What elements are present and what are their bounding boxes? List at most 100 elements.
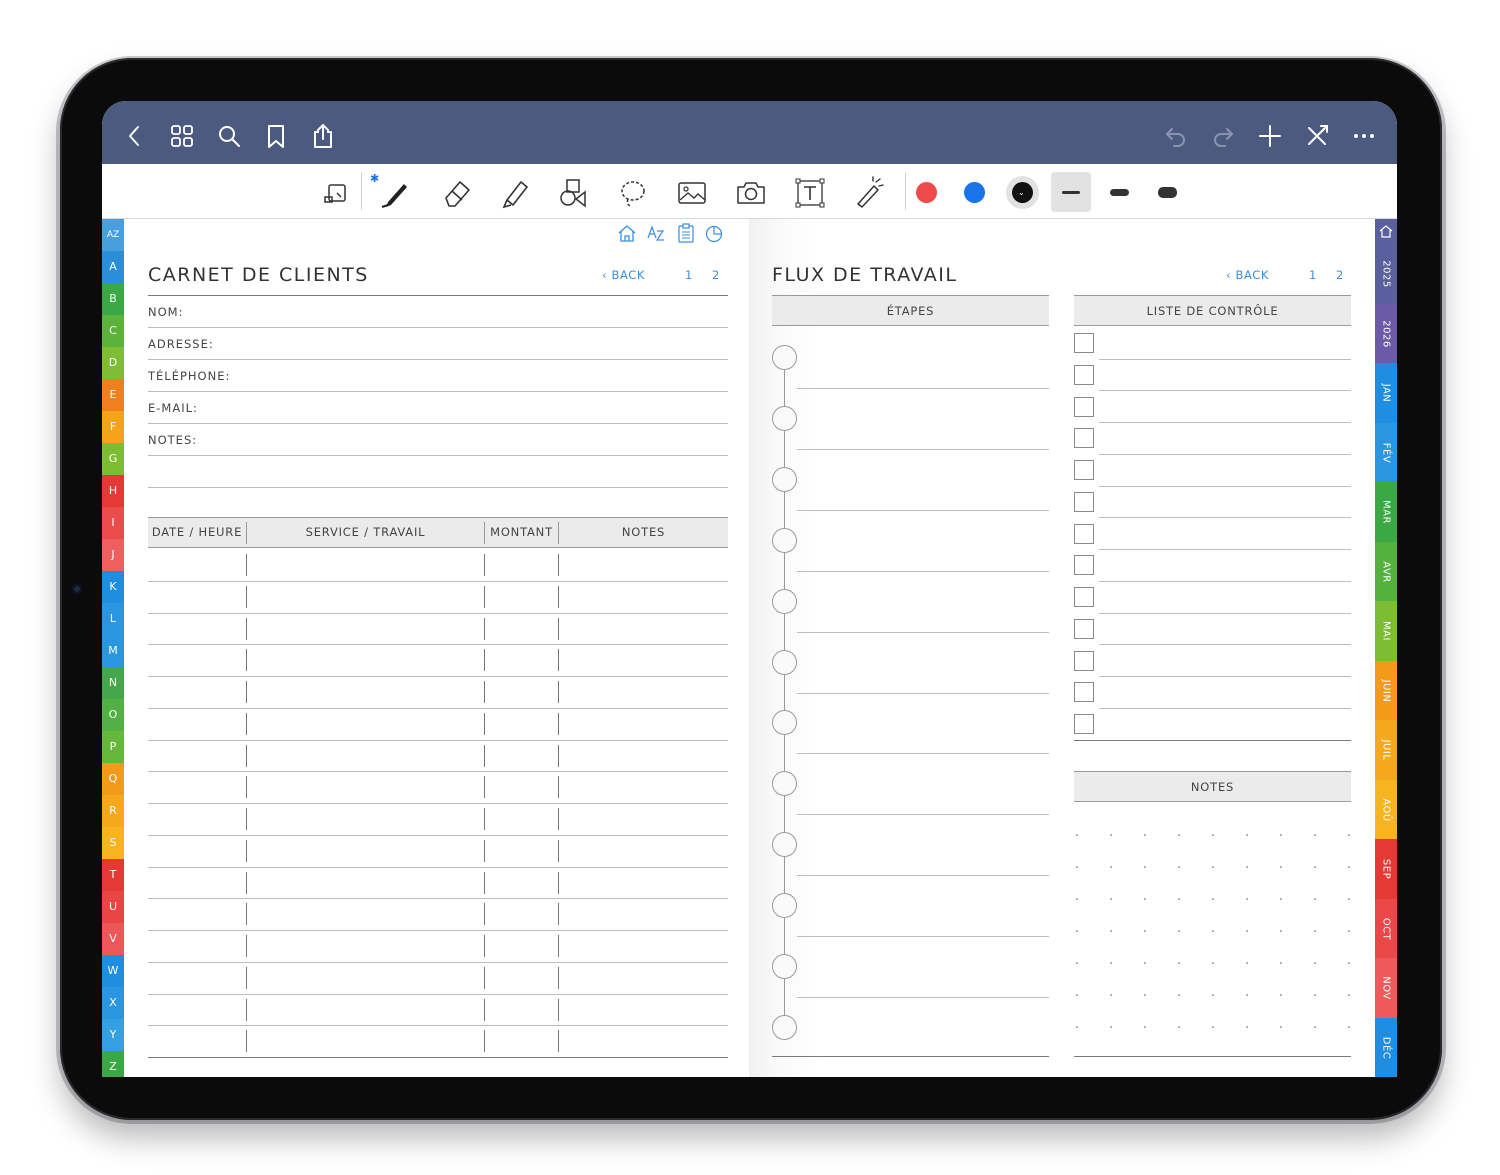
table-row[interactable]: [148, 1025, 728, 1057]
checklist-checkbox[interactable]: [1074, 428, 1094, 449]
table-row[interactable]: [148, 930, 728, 962]
table-row[interactable]: [148, 771, 728, 803]
checklist-checkbox[interactable]: [1074, 555, 1094, 576]
month-tab-2025[interactable]: 2025: [1375, 244, 1397, 304]
step-input-area[interactable]: [801, 826, 1047, 872]
pie-chart-icon[interactable]: [704, 223, 724, 243]
step-input-area[interactable]: [801, 704, 1047, 750]
step-input-area[interactable]: [801, 765, 1047, 811]
alpha-tab-c[interactable]: C: [102, 315, 124, 347]
color-swatch-blue[interactable]: [964, 182, 985, 203]
more-icon[interactable]: [1351, 123, 1377, 149]
table-row[interactable]: [148, 803, 728, 835]
grid-icon[interactable]: [169, 123, 195, 149]
search-icon[interactable]: [216, 123, 242, 149]
alpha-tab-az[interactable]: AZ: [102, 219, 124, 251]
month-tab-avr[interactable]: AVR: [1375, 541, 1397, 602]
alpha-tab-n[interactable]: N: [102, 667, 124, 699]
step-circle[interactable]: [772, 649, 797, 675]
checklist-item-input[interactable]: [1099, 486, 1351, 517]
alpha-tab-w[interactable]: W: [102, 955, 124, 987]
page-link-1[interactable]: 1: [685, 268, 693, 282]
month-tab-mar[interactable]: MAR: [1375, 482, 1397, 542]
step-circle[interactable]: [772, 954, 797, 979]
back-link[interactable]: ‹ BACK: [1226, 268, 1269, 282]
table-row[interactable]: [148, 613, 728, 645]
clipboard-icon[interactable]: [676, 223, 696, 243]
month-tab-mai[interactable]: MAI: [1375, 601, 1397, 661]
page-link-2[interactable]: 2: [712, 268, 720, 282]
close-collapse-icon[interactable]: [1304, 123, 1330, 149]
table-row[interactable]: [148, 708, 728, 740]
checklist-checkbox[interactable]: [1074, 523, 1094, 544]
step-input-area[interactable]: [801, 644, 1047, 690]
thickness-thin[interactable]: [1062, 191, 1080, 194]
month-tab-2026[interactable]: 2026: [1375, 303, 1397, 364]
month-tab-sep[interactable]: SEP: [1375, 839, 1397, 899]
month-tab-nov[interactable]: NOV: [1375, 958, 1397, 1018]
checklist-item-input[interactable]: [1099, 327, 1351, 358]
step-input-area[interactable]: [801, 1009, 1047, 1055]
step-input-area[interactable]: [801, 522, 1047, 568]
table-row[interactable]: [148, 676, 728, 708]
checklist-checkbox[interactable]: [1074, 650, 1094, 671]
page-link-2[interactable]: 2: [1336, 268, 1344, 282]
step-input-area[interactable]: [801, 948, 1047, 994]
color-swatch-red[interactable]: [916, 182, 937, 203]
checklist-item-input[interactable]: [1099, 391, 1351, 422]
alpha-tab-v[interactable]: V: [102, 923, 124, 955]
table-row[interactable]: [148, 644, 728, 676]
thickness-medium[interactable]: [1110, 189, 1129, 196]
redo-icon[interactable]: [1210, 123, 1236, 149]
lasso-icon[interactable]: [616, 176, 650, 210]
month-tab-aoû[interactable]: AOÛ: [1375, 779, 1397, 840]
table-row[interactable]: [148, 740, 728, 772]
image-icon[interactable]: [675, 176, 709, 210]
table-row[interactable]: [148, 549, 728, 581]
alpha-tab-r[interactable]: R: [102, 795, 124, 827]
month-tab-fév[interactable]: FÉV: [1375, 422, 1397, 483]
home-tab-icon[interactable]: [1375, 219, 1397, 244]
step-input-area[interactable]: [801, 887, 1047, 933]
table-row[interactable]: [148, 581, 728, 613]
field-input-area[interactable]: [148, 360, 728, 391]
field-input-area[interactable]: [148, 424, 728, 455]
home-icon[interactable]: [617, 223, 637, 243]
step-circle[interactable]: [772, 710, 797, 736]
checklist-item-input[interactable]: [1099, 518, 1351, 549]
checklist-item-input[interactable]: [1099, 359, 1351, 390]
table-row[interactable]: [148, 898, 728, 930]
month-tab-jan[interactable]: JAN: [1375, 363, 1397, 423]
highlighter-icon[interactable]: [499, 176, 533, 210]
laser-pointer-icon[interactable]: [852, 176, 886, 210]
alpha-tab-q[interactable]: Q: [102, 763, 124, 795]
camera-icon[interactable]: [734, 176, 768, 210]
table-row[interactable]: [148, 835, 728, 867]
checklist-checkbox[interactable]: [1074, 333, 1094, 353]
page-link-1[interactable]: 1: [1309, 268, 1317, 282]
checklist-item-input[interactable]: [1099, 708, 1351, 739]
eraser-icon[interactable]: [440, 176, 474, 210]
checklist-item-input[interactable]: [1099, 454, 1351, 485]
checklist-checkbox[interactable]: [1074, 587, 1094, 607]
month-tab-oct[interactable]: OCT: [1375, 898, 1397, 959]
alpha-tab-j[interactable]: J: [102, 539, 124, 571]
month-tab-juin[interactable]: JUIN: [1375, 660, 1397, 721]
alpha-tab-d[interactable]: D: [102, 347, 124, 379]
alpha-tab-t[interactable]: T: [102, 859, 124, 891]
alpha-tab-y[interactable]: Y: [102, 1019, 124, 1051]
step-circle[interactable]: [772, 771, 797, 797]
step-input-area[interactable]: [801, 461, 1047, 507]
checklist-checkbox[interactable]: [1074, 396, 1094, 417]
alpha-tab-u[interactable]: U: [102, 891, 124, 923]
field-input-area[interactable]: [148, 392, 728, 423]
alpha-tab-z[interactable]: Z: [102, 1051, 124, 1077]
alpha-tab-l[interactable]: L: [102, 603, 124, 635]
checklist-checkbox[interactable]: [1074, 618, 1094, 639]
alpha-tab-g[interactable]: G: [102, 443, 124, 475]
share-icon[interactable]: [310, 123, 336, 149]
step-circle[interactable]: [772, 466, 797, 492]
checklist-item-input[interactable]: [1099, 645, 1351, 676]
alpha-tab-o[interactable]: O: [102, 699, 124, 731]
alpha-tab-a[interactable]: A: [102, 251, 124, 283]
